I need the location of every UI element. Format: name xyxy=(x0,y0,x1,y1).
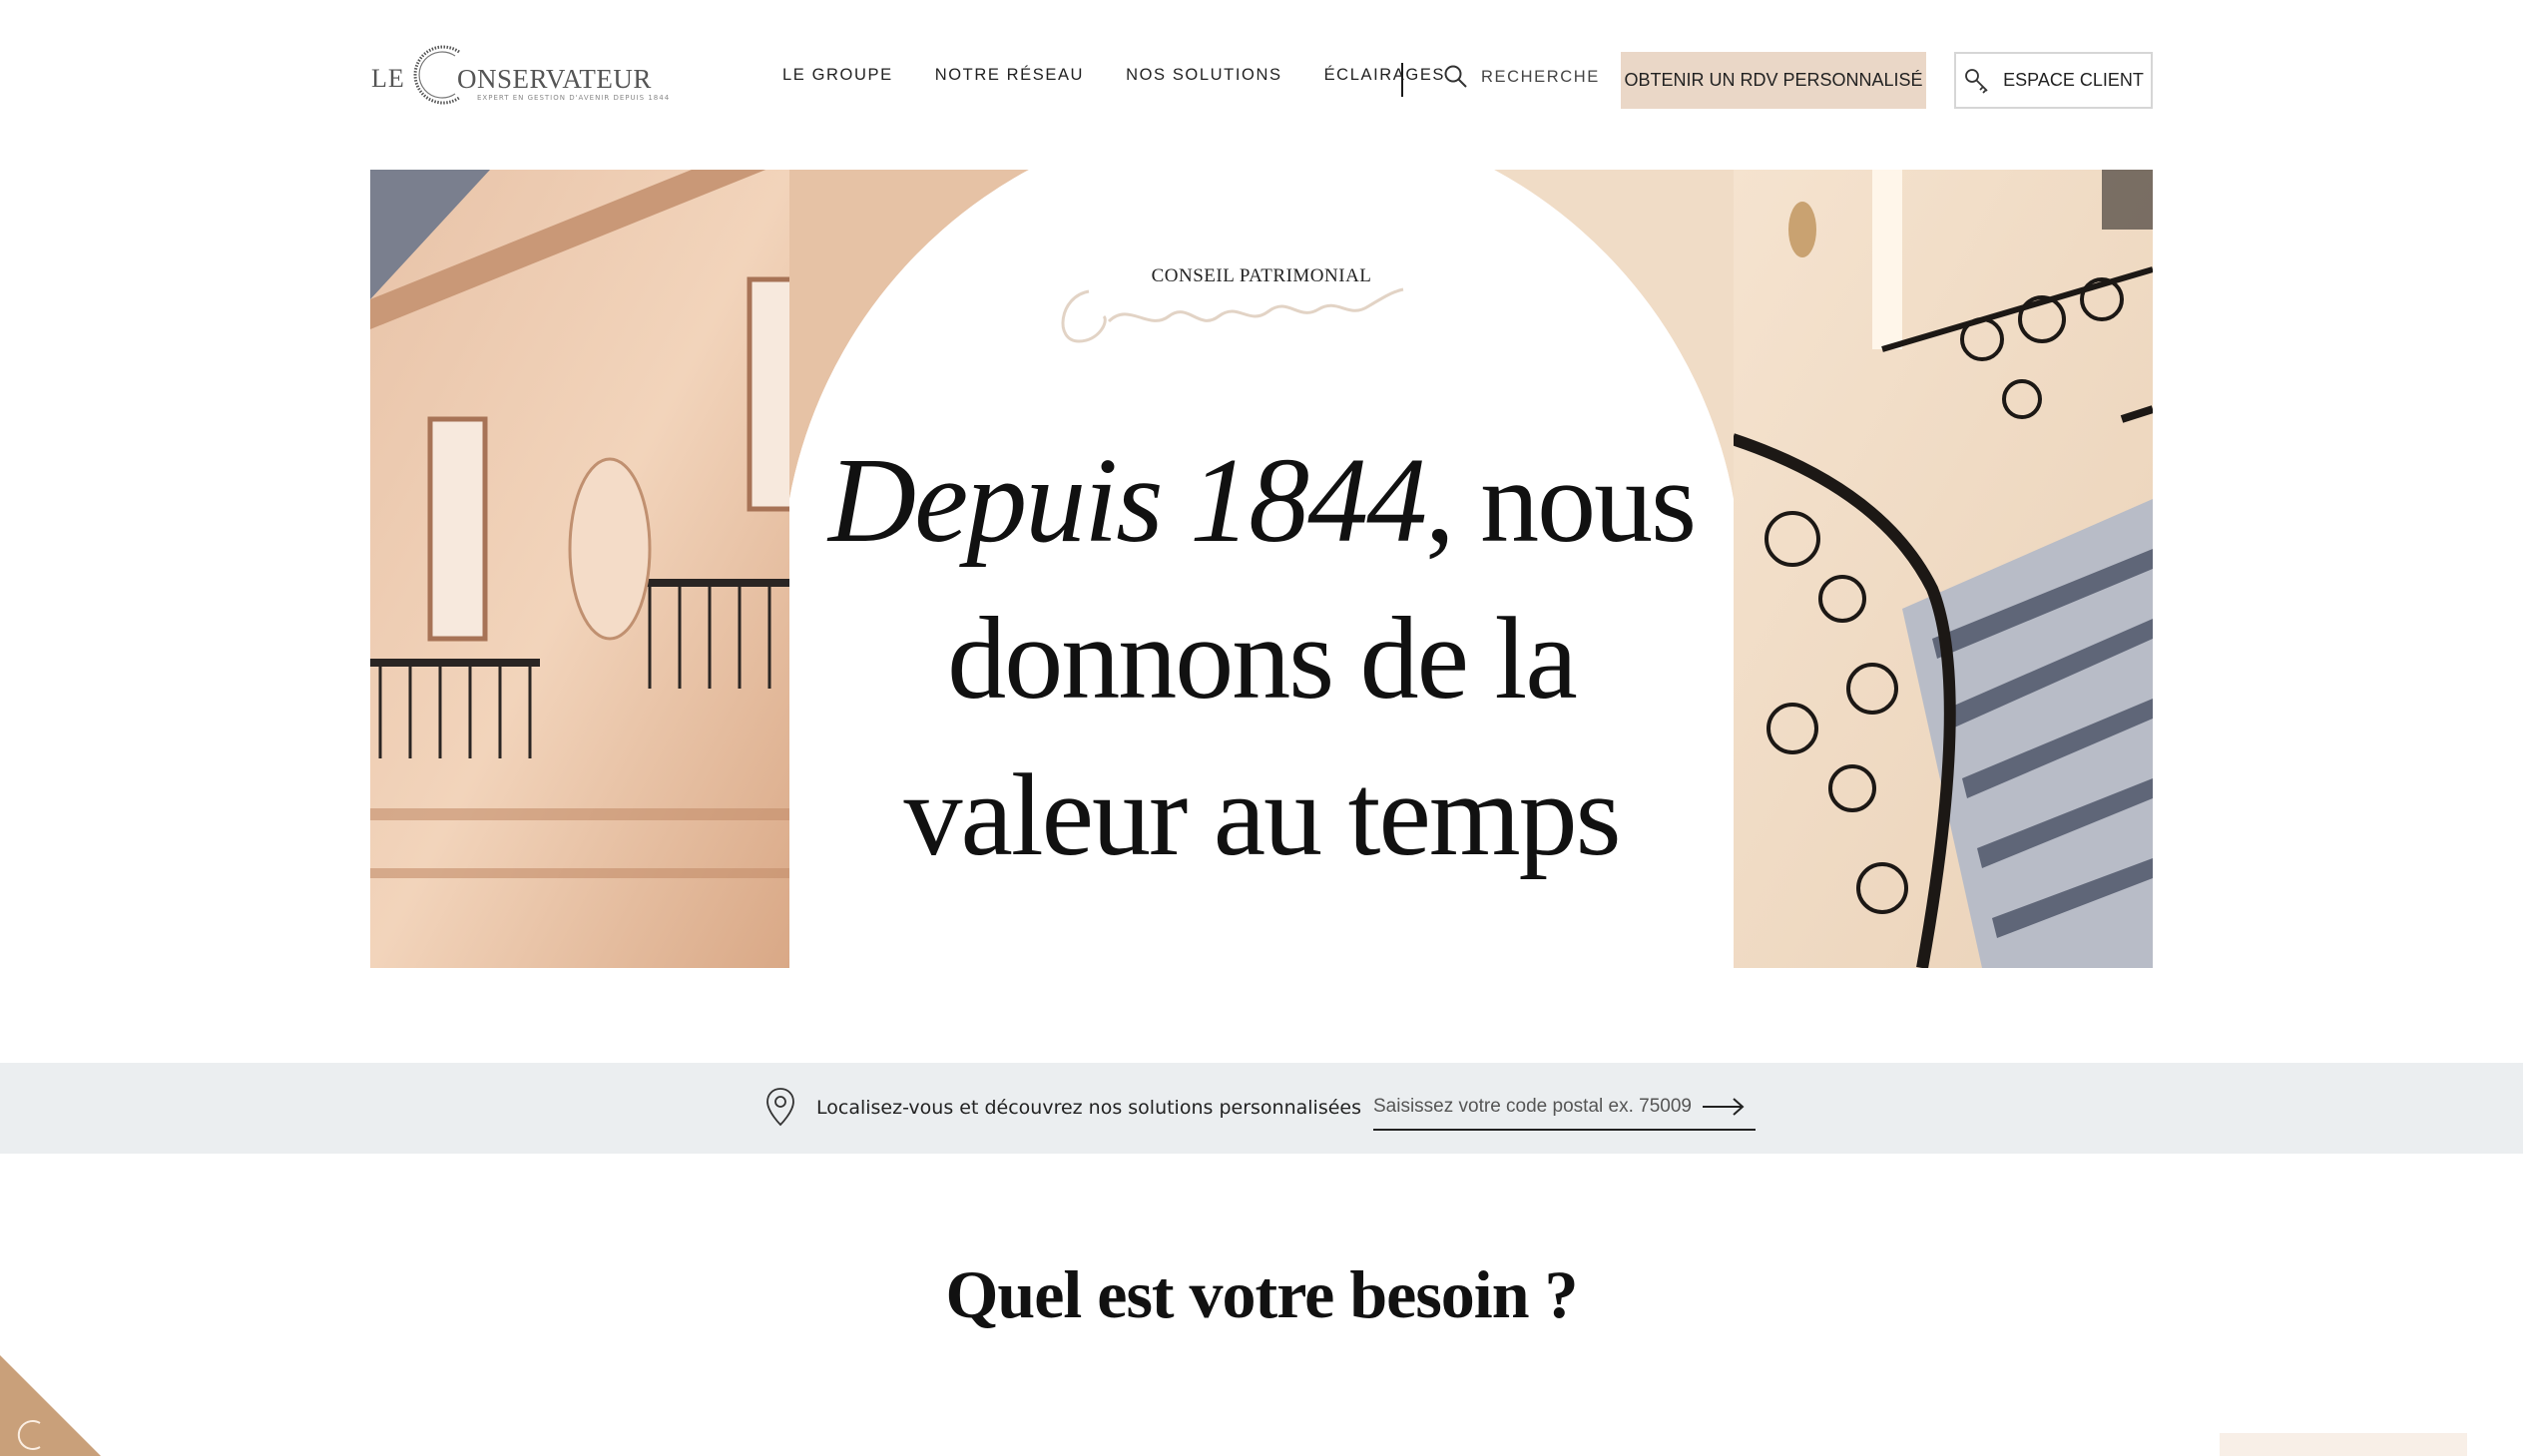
corner-badge[interactable] xyxy=(0,1355,101,1456)
logo-prefix: LE xyxy=(371,64,405,93)
headline-line3: valeur au temps xyxy=(903,749,1621,880)
postal-code-field xyxy=(1373,1085,1756,1131)
nav-notre-reseau[interactable]: NOTRE RÉSEAU xyxy=(935,66,1084,85)
hero-facade-image xyxy=(370,170,790,968)
locator-bar: Localisez-vous et découvrez nos solution… xyxy=(0,1063,2523,1154)
nav-le-groupe[interactable]: LE GROUPE xyxy=(782,66,893,85)
logo-word: ONSERVATEUR xyxy=(457,64,652,94)
logo-tagline: EXPERT EN GESTION D'AVENIR DEPUIS 1844 xyxy=(477,94,671,102)
search-button[interactable]: RECHERCHE xyxy=(1443,64,1600,90)
postal-code-input[interactable] xyxy=(1373,1087,1703,1127)
nav-divider xyxy=(1401,63,1403,97)
location-pin-icon xyxy=(766,1088,794,1127)
hero: CONSEIL PATRIMONIAL Depuis 1844, nous do… xyxy=(370,170,2153,968)
arrow-right-icon[interactable] xyxy=(1703,1097,1745,1117)
needs-title: Quel est votre besoin ? xyxy=(945,1256,1578,1332)
rdv-button[interactable]: OBTENIR UN RDV PERSONNALISÉ xyxy=(1621,52,1926,109)
hero-content: CONSEIL PATRIMONIAL Depuis 1844, nous do… xyxy=(789,170,1734,968)
main-nav: LE GROUPE NOTRE RÉSEAU NOS SOLUTIONS ÉCL… xyxy=(782,66,1487,85)
headline-line1-rest: , nous xyxy=(1425,436,1697,567)
key-icon xyxy=(1965,68,1988,94)
locator-text: Localisez-vous et découvrez nos solution… xyxy=(816,1097,1361,1119)
client-area-label: ESPACE CLIENT xyxy=(2003,70,2144,90)
nav-nos-solutions[interactable]: NOS SOLUTIONS xyxy=(1126,66,1282,85)
headline-line2: donnons de la xyxy=(947,593,1577,724)
logo[interactable]: LE ONSERVATEUR EXPERT EN GESTION D'AVENI… xyxy=(369,42,669,114)
hero-eyebrow: CONSEIL PATRIMONIAL xyxy=(1151,265,1372,286)
client-area-button[interactable]: ESPACE CLIENT xyxy=(1954,52,2153,109)
nav-eclairages[interactable]: ÉCLAIRAGES xyxy=(1324,66,1445,85)
hero-headline: Depuis 1844, nous donnons de la valeur a… xyxy=(789,423,1734,894)
search-icon xyxy=(1444,65,1467,88)
card-preview xyxy=(2220,1433,2467,1456)
search-label: RECHERCHE xyxy=(1481,67,1600,86)
hero-staircase-image xyxy=(1733,170,2153,968)
site-header: LE ONSERVATEUR EXPERT EN GESTION D'AVENI… xyxy=(0,0,2523,170)
headline-italic: Depuis 1844 xyxy=(827,433,1427,568)
